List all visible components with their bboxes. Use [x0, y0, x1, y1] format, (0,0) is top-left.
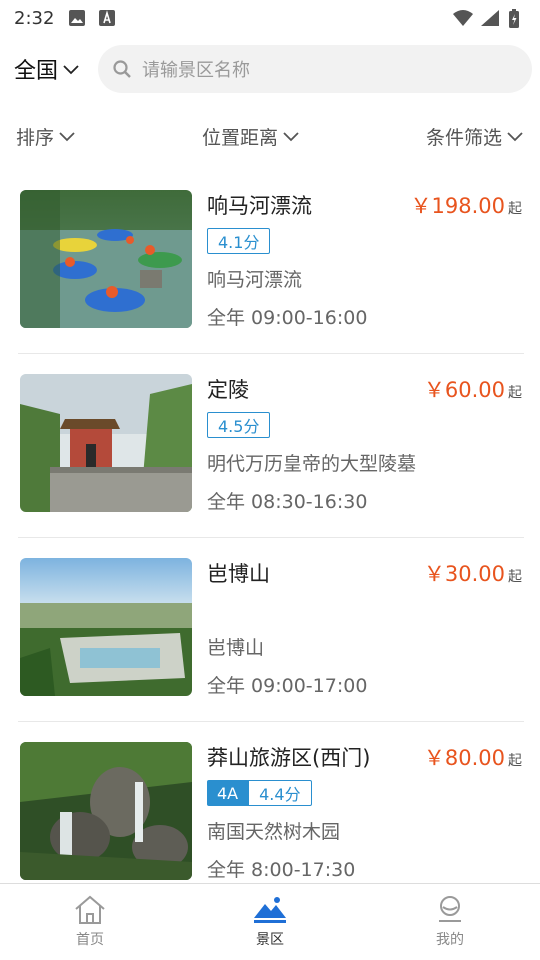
signal-icon: [480, 9, 499, 27]
price-amount: ￥80.00: [423, 746, 505, 770]
app-notification-icon: [98, 9, 116, 27]
wifi-icon: [452, 9, 473, 27]
item-description: 岜博山: [207, 637, 265, 659]
search-input[interactable]: 请输景区名称: [98, 45, 532, 93]
price: ￥80.00 起: [424, 742, 522, 772]
nav-item-scenic[interactable]: 景区: [180, 884, 360, 960]
chevron-down-icon: [283, 132, 299, 142]
price-amount: ￥60.00: [423, 378, 505, 402]
scenic-icon: [254, 897, 286, 923]
region-label: 全国: [14, 59, 59, 84]
filter-sort[interactable]: 排序: [16, 123, 76, 150]
rating-badge: 4.1分: [207, 228, 271, 254]
search-placeholder: 请输景区名称: [142, 60, 251, 81]
filter-bar: 排序 位置距离 条件筛选: [0, 116, 540, 156]
level-badge: 4A: [207, 780, 249, 806]
list-item[interactable]: 定陵 ￥60.00 起 4.5分 明代万历皇帝的大型陵墓 全年 08:30-16…: [18, 354, 524, 538]
home-icon: [75, 895, 105, 924]
rating-badge: 4.4分: [248, 780, 312, 806]
nav-label: 我的: [436, 932, 464, 948]
list-item[interactable]: 岜博山 ￥30.00 起 岜博山 全年 09:00-17:00: [18, 538, 524, 722]
gallery-notification-icon: [68, 9, 86, 27]
item-title: 响马河漂流: [207, 194, 312, 218]
search-icon: [113, 60, 131, 78]
item-hours: 全年 09:00-16:00: [207, 307, 368, 329]
price-suffix: 起: [508, 201, 522, 217]
list-item[interactable]: 莽山旅游区(西门) ￥80.00 起 4A 4.4分 南国天然树木园 全年 8:…: [18, 722, 524, 906]
item-description: 明代万历皇帝的大型陵墓: [207, 453, 417, 475]
battery-charging-icon: [508, 9, 526, 28]
waterfall-photo: [20, 742, 192, 880]
header: 全国 请输景区名称: [0, 44, 540, 94]
chevron-down-icon: [507, 132, 523, 142]
badges: 4.5分: [207, 412, 271, 438]
rafting-photo: [20, 190, 192, 328]
item-hours: 全年 08:30-16:30: [207, 491, 368, 513]
item-description: 南国天然树木园: [207, 821, 341, 843]
mountain-view-photo: [20, 558, 192, 696]
profile-icon: [439, 896, 461, 922]
price: ￥30.00 起: [424, 558, 522, 588]
status-bar: 2:32: [0, 0, 540, 36]
price: ￥60.00 起: [424, 374, 522, 404]
filter-sort-label: 排序: [16, 126, 55, 149]
price-suffix: 起: [508, 753, 522, 769]
nav-item-profile[interactable]: 我的: [360, 884, 540, 960]
status-time: 2:32: [14, 7, 55, 29]
item-description: 响马河漂流: [207, 269, 303, 291]
item-title: 莽山旅游区(西门): [207, 746, 371, 770]
badges: 4.1分: [207, 228, 271, 254]
filter-distance[interactable]: 位置距离: [202, 123, 300, 150]
price-amount: ￥198.00: [410, 194, 505, 218]
list-item[interactable]: 响马河漂流 ￥198.00 起 4.1分 响马河漂流 全年 09:00-16:0…: [18, 170, 524, 354]
nav-label: 首页: [76, 932, 104, 948]
price-suffix: 起: [508, 385, 522, 401]
bottom-nav: 首页 景区 我的: [0, 883, 540, 960]
price-amount: ￥30.00: [423, 562, 505, 586]
chevron-down-icon: [63, 65, 79, 75]
rating-badge: 4.5分: [207, 412, 271, 438]
nav-item-home[interactable]: 首页: [0, 884, 180, 960]
badges: 4A 4.4分: [207, 780, 312, 806]
price-suffix: 起: [508, 569, 522, 585]
item-title: 岜博山: [207, 562, 270, 586]
filter-conditions[interactable]: 条件筛选: [426, 123, 524, 150]
region-selector[interactable]: 全国: [14, 53, 80, 85]
item-hours: 全年 09:00-17:00: [207, 675, 368, 697]
tomb-tower-photo: [20, 374, 192, 512]
nav-label: 景区: [256, 932, 284, 948]
item-title: 定陵: [207, 378, 249, 402]
chevron-down-icon: [59, 132, 75, 142]
item-hours: 全年 8:00-17:30: [207, 859, 356, 881]
filter-distance-label: 位置距离: [201, 126, 278, 149]
price: ￥198.00 起: [411, 190, 522, 220]
filter-conditions-label: 条件筛选: [425, 126, 502, 149]
